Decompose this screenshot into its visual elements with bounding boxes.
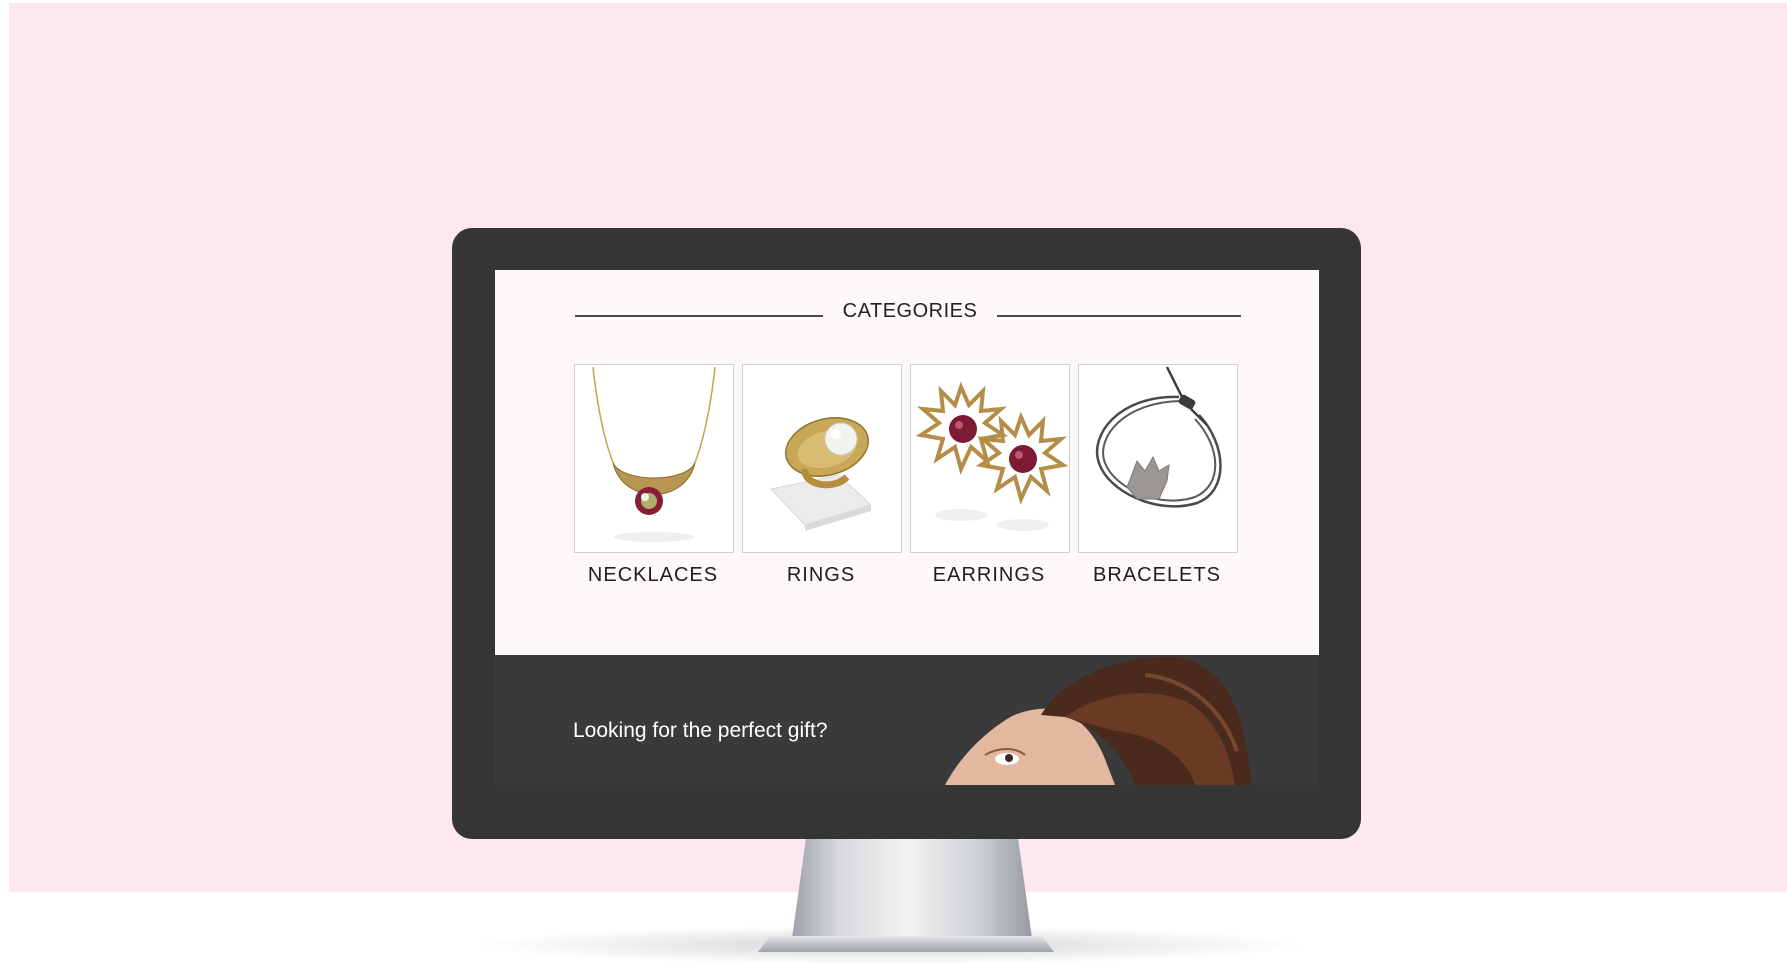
category-label-rings[interactable]: RINGS — [736, 564, 906, 587]
heading-rule-right — [997, 315, 1241, 317]
bracelet-image — [1096, 366, 1222, 508]
monitor-stand-base — [758, 936, 1054, 952]
monitor-stand-neck — [792, 838, 1032, 938]
categories-heading: CATEGORIES — [842, 300, 978, 322]
category-tile-earrings[interactable] — [910, 364, 1070, 553]
promo-banner: Looking for the perfect gift? — [495, 655, 1319, 785]
category-label-earrings[interactable]: EARRINGS — [904, 564, 1074, 587]
category-label-necklaces[interactable]: NECKLACES — [568, 564, 738, 587]
heading-rule-left — [575, 315, 823, 317]
woman-portrait-image — [945, 655, 1265, 785]
category-tile-necklaces[interactable] — [574, 364, 734, 553]
ring-image — [770, 417, 872, 531]
categories-section: CATEGORIES NECKLACES RINGS EARRINGS BRAC… — [495, 270, 1319, 655]
necklace-image — [592, 366, 716, 542]
category-tile-bracelets[interactable] — [1078, 364, 1238, 553]
category-label-bracelets[interactable]: BRACELETS — [1072, 564, 1242, 587]
monitor-screen: CATEGORIES NECKLACES RINGS EARRINGS BRAC… — [495, 270, 1319, 785]
category-tile-rings[interactable] — [742, 364, 902, 553]
promo-text: Looking for the perfect gift? — [573, 719, 828, 742]
earrings-image — [915, 381, 1069, 531]
